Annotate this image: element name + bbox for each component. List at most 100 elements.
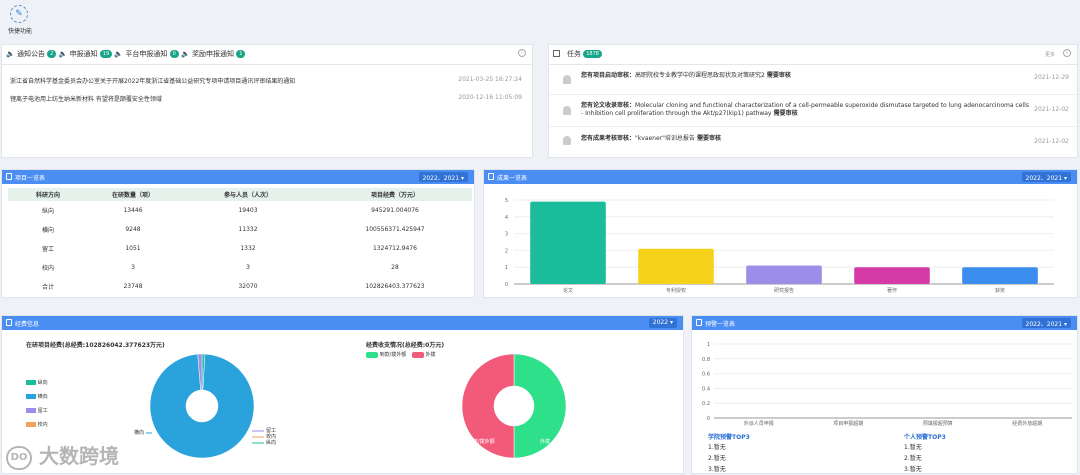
- achievement-panel: 成果一览表 2022、2021 ▾ 0 1 2 3 4 5 论文 专利授权 研究报告 著作 获奖: [483, 169, 1078, 298]
- legend-item[interactable]: 纵向: [26, 376, 48, 390]
- person-top3-title: 个人预警TOP3: [904, 434, 946, 441]
- col-header: 项目经费（万元）: [370, 192, 419, 199]
- list-item: 3.暂无: [904, 466, 922, 473]
- speaker-icon: 🔈: [181, 50, 190, 58]
- task-suffix: 需要审核: [771, 110, 798, 117]
- table-cell: 3: [246, 264, 250, 271]
- bar-chart-icon: [6, 319, 12, 326]
- y-tick-label: 0.2: [702, 401, 710, 407]
- table-row: 纵向 13446 19403 945291.004076: [8, 201, 472, 220]
- income-expense-pie-chart: 到款/拨外额 外拨: [461, 353, 567, 459]
- user-icon: [563, 75, 571, 84]
- legend-swatch: [366, 351, 378, 358]
- y-tick-label: 0: [707, 416, 710, 422]
- x-tick-label: 经费外放超期: [1012, 420, 1042, 427]
- info-icon[interactable]: i: [518, 49, 526, 57]
- bar-专利授权: [638, 248, 714, 284]
- list-item: 1.暂无: [708, 444, 726, 451]
- table-cell: 32070: [238, 283, 258, 290]
- tab-notice[interactable]: 通知公告 2: [17, 50, 57, 58]
- y-tick-label: 1: [707, 342, 710, 348]
- task-item[interactable]: 您有论文收录审核：Molecular cloning and functiona…: [549, 97, 1077, 127]
- table-cell: 1324712.9476: [373, 245, 417, 252]
- table-cell: 横向: [41, 227, 54, 234]
- col-header: 参与人员（人次）: [223, 192, 272, 199]
- legend-item[interactable]: 留工: [26, 404, 48, 418]
- calendar-icon: [488, 173, 494, 180]
- right-chart-title: 经费收支情况(总经费:0万元): [366, 342, 445, 349]
- table-row: 校内 3 3 28: [8, 258, 472, 277]
- y-tick-label: 0: [505, 282, 508, 288]
- y-tick-label: 0.4: [702, 386, 710, 392]
- table-cell: 9248: [125, 226, 141, 233]
- year-select[interactable]: 2022、2021 ▾: [1021, 318, 1071, 328]
- y-tick-label: 2: [505, 248, 508, 254]
- year-select[interactable]: 2022、2021 ▾: [418, 172, 468, 182]
- task-suffix: 需要审核: [694, 135, 721, 142]
- table-cell: 28: [391, 264, 399, 271]
- task-text: Molecular cloning and functional charact…: [581, 102, 1029, 117]
- table-row: 横向 9248 11332 100556371.425947: [8, 220, 472, 239]
- user-icon: [563, 106, 571, 115]
- x-tick-label: 项目申报超期: [833, 420, 863, 427]
- table-cell: 102826403.377623: [365, 283, 425, 290]
- funding-pie-chart: 横向 留工校内纵向: [134, 353, 276, 459]
- right-legend: 到款/拨外额 外拨: [366, 351, 435, 358]
- shortcut-button[interactable]: ✎ 快捷功能: [6, 5, 34, 35]
- college-top3-title: 学院预警TOP3: [708, 434, 750, 441]
- pie-label: 纵向: [266, 439, 276, 446]
- x-tick-label: 著作: [887, 287, 897, 294]
- year-select[interactable]: 2022 ▾: [648, 318, 677, 328]
- legend-item[interactable]: 横向: [26, 390, 48, 404]
- y-tick-label: 4: [505, 215, 508, 221]
- y-tick-label: 0.6: [702, 372, 710, 378]
- more-link[interactable]: 更多: [1045, 51, 1055, 58]
- y-tick-label: 1: [505, 265, 508, 271]
- achievement-chart: 0 1 2 3 4 5 论文 专利授权 研究报告 著作 获奖: [505, 198, 1054, 294]
- tab-apply[interactable]: 申报通知 19: [70, 50, 113, 58]
- notice-date: 2021-03-25 16:27:24: [458, 76, 522, 83]
- x-tick-label: 专利授权: [666, 287, 686, 294]
- notice-title: 浙江省自然科学基金委员会办公室关于开展2022年度浙江省基础公益研究专项申请项目…: [10, 78, 296, 85]
- tab-platform[interactable]: 平台申报通知 0: [125, 50, 179, 58]
- task-tag: 您有论文收录审核：: [581, 102, 636, 109]
- year-select[interactable]: 2022、2021 ▾: [1021, 172, 1071, 182]
- achievement-header: 成果一览表 2022、2021 ▾: [484, 170, 1077, 184]
- legend-item[interactable]: 校内: [26, 418, 48, 432]
- warning-title: 预警一览表: [705, 321, 736, 328]
- project-header: 项目一览表 2022、2021 ▾: [2, 170, 474, 184]
- legend-label: 到款/拨外额: [379, 352, 407, 358]
- watermark-logo: DO 大数跨境: [6, 440, 119, 470]
- table-cell: 1332: [240, 245, 256, 252]
- list-item: 2.暂无: [904, 455, 922, 462]
- table-row: 合计 23748 32070 102826403.377623: [8, 277, 472, 296]
- x-tick-label: 外派人员申报: [744, 420, 774, 427]
- logo-icon: DO: [6, 445, 32, 470]
- col-header: 科研方向: [35, 192, 60, 199]
- bar-论文: [530, 201, 606, 284]
- notice-item[interactable]: 锂离子电池用上纺生纳米新材料 有望将是颠覆安全性领域 2020-12-16 11…: [10, 94, 522, 103]
- project-title: 项目一览表: [15, 175, 46, 182]
- task-panel: 任务 1878 更多 i 您有项目启动审核：高职院校专业教学中的课程思政现状及对…: [548, 44, 1078, 158]
- task-text: "kvaener"培训总报告: [635, 135, 695, 142]
- y-tick-label: 5: [505, 198, 508, 204]
- legend-label: 外拨: [425, 352, 436, 358]
- table-cell: 945291.004076: [371, 207, 419, 214]
- table-row: 留工 1051 1332 1324712.9476: [8, 239, 472, 258]
- tab-award[interactable]: 奖励申报通知 1: [192, 50, 246, 58]
- info-icon[interactable]: i: [1063, 49, 1071, 57]
- bar-著作: [854, 267, 930, 284]
- table-cell: 校内: [41, 265, 54, 272]
- achievement-title: 成果一览表: [497, 175, 528, 182]
- col-header: 在研数量（项）: [111, 192, 154, 199]
- x-tick-label: 获奖: [995, 287, 1005, 294]
- edit-icon: ✎: [10, 5, 28, 23]
- list-item: 1.暂无: [904, 444, 922, 451]
- pie-label: 横向: [134, 429, 144, 436]
- task-item[interactable]: 您有成果考核审核："kvaener"培训总报告 需要审核 2021-12-02: [549, 129, 1077, 155]
- notice-panel: 🔈 通知公告 2 🔈 申报通知 19 🔈 平台申报通知 0 🔈 奖励申报通知 1…: [1, 44, 533, 158]
- legend-swatch: [411, 351, 424, 358]
- notice-item[interactable]: 浙江省自然科学基金委员会办公室关于开展2022年度浙江省基础公益研究专项申请项目…: [10, 76, 522, 85]
- task-item[interactable]: 您有项目启动审核：高职院校专业教学中的课程思政现状及对策研究2 需要审核 202…: [549, 67, 1077, 95]
- funding-title: 经费信息: [15, 321, 40, 328]
